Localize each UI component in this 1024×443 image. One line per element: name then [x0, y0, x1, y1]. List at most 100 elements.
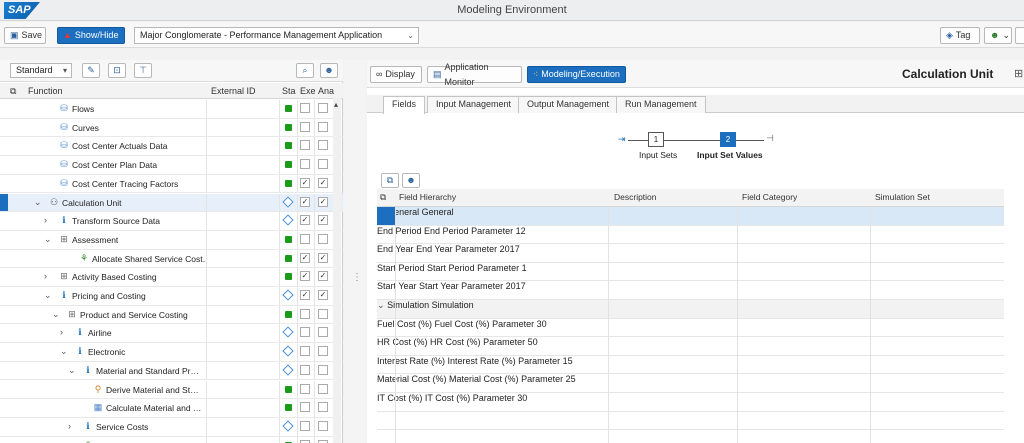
- execute-checkbox[interactable]: [300, 402, 310, 413]
- grid-group-row[interactable]: ⌄ General General: [377, 207, 1004, 226]
- application-select[interactable]: Major Conglomerate - Performance Managem…: [134, 27, 419, 44]
- view-select[interactable]: Standard ▾: [10, 63, 72, 78]
- execute-checkbox[interactable]: [300, 327, 310, 338]
- simulation-value-cell[interactable]: 15: [563, 356, 573, 366]
- simulation-value-cell[interactable]: 2017: [506, 281, 526, 291]
- tree-row[interactable]: › ℹ Airline: [0, 324, 343, 344]
- analyze-checkbox[interactable]: [318, 159, 328, 170]
- tab-run-management[interactable]: Run Management: [616, 96, 706, 113]
- simulation-value-cell[interactable]: 30: [517, 393, 527, 403]
- analyze-checkbox[interactable]: ✓: [318, 215, 328, 226]
- grid-group-row[interactable]: ⌄ Simulation Simulation: [377, 300, 1004, 319]
- execute-checkbox[interactable]: [300, 420, 310, 431]
- col-description[interactable]: Description: [614, 192, 657, 202]
- tree-row[interactable]: ⛁ Curves: [0, 118, 343, 138]
- filter-icon[interactable]: ⊤: [134, 63, 152, 78]
- application-monitor-button[interactable]: ▤ Application Monitor: [427, 62, 522, 87]
- simulation-value-cell[interactable]: 12: [516, 226, 526, 236]
- simulation-value-cell[interactable]: 25: [566, 374, 576, 384]
- simulation-value-cell[interactable]: 1: [522, 263, 527, 273]
- analyze-checkbox[interactable]: [318, 383, 328, 394]
- analyze-checkbox[interactable]: [318, 121, 328, 132]
- execute-checkbox[interactable]: [300, 103, 310, 113]
- edit-icon[interactable]: ✎: [82, 63, 100, 78]
- grid-row[interactable]: HR Cost (%) HR Cost (%) Parameter 50: [377, 337, 1004, 356]
- step-2[interactable]: 2: [720, 132, 736, 147]
- tree-row[interactable]: ▦ Calculate Material and …: [0, 399, 343, 418]
- analyze-checkbox[interactable]: ✓: [318, 271, 328, 282]
- execute-checkbox[interactable]: ✓: [300, 196, 310, 207]
- splitter-grip-icon[interactable]: ⋮: [352, 272, 362, 283]
- execute-checkbox[interactable]: [300, 308, 310, 319]
- col-external-id[interactable]: External ID: [211, 86, 256, 96]
- analyze-checkbox[interactable]: [318, 364, 328, 375]
- analyze-checkbox[interactable]: [318, 103, 328, 113]
- tree-row[interactable]: ⌄ ℹ Material and Standard Pr…: [0, 361, 343, 381]
- grid-row[interactable]: Material Cost (%) Material Cost (%) Para…: [377, 374, 1004, 393]
- tree-row[interactable]: › ⊞ Activity Based Costing ✓ ✓: [0, 268, 343, 287]
- grid-row[interactable]: Fuel Cost (%) Fuel Cost (%) Parameter 30: [377, 318, 1004, 338]
- panel-splitter[interactable]: [344, 60, 366, 443]
- collapse-icon[interactable]: ⌄: [68, 365, 76, 376]
- expand-icon[interactable]: ›: [44, 271, 47, 281]
- tree-row[interactable]: ⌄ ⚇ Calculation Unit ✓ ✓: [0, 193, 343, 213]
- modeling-execution-button[interactable]: ⁖ Modeling/Execution: [527, 66, 626, 83]
- execute-checkbox[interactable]: [300, 140, 310, 151]
- col-execute[interactable]: Exe: [300, 86, 316, 96]
- execute-checkbox[interactable]: [300, 233, 310, 244]
- grid-row[interactable]: IT Cost (%) IT Cost (%) Parameter 30: [377, 393, 1004, 412]
- tab-input-management[interactable]: Input Management: [427, 96, 521, 113]
- grid-row[interactable]: Start Period Start Period Parameter 1: [377, 262, 1004, 282]
- scroll-up-icon[interactable]: ▴: [334, 100, 338, 109]
- tree-row[interactable]: ⌄ ℹ Electronic: [0, 343, 343, 362]
- expand-icon[interactable]: ›: [60, 327, 63, 337]
- tree-scrollbar[interactable]: [333, 98, 341, 443]
- collapse-icon[interactable]: ⌄: [377, 300, 385, 310]
- analyze-checkbox[interactable]: [318, 439, 328, 443]
- simulation-value-cell[interactable]: 50: [528, 337, 538, 347]
- tab-fields[interactable]: Fields: [383, 96, 426, 114]
- collapse-all-icon[interactable]: ⧉: [10, 86, 16, 97]
- execute-checkbox[interactable]: [300, 346, 310, 357]
- hierarchy-icon[interactable]: ⊞: [1014, 67, 1023, 80]
- execute-checkbox[interactable]: ✓: [300, 290, 310, 300]
- tree-row[interactable]: ⛁ Cost Center Plan Data: [0, 156, 343, 175]
- grid-row[interactable]: End Year End Year Parameter 2017: [377, 244, 1004, 263]
- execute-checkbox[interactable]: [300, 364, 310, 375]
- simulation-value-cell[interactable]: 2017: [500, 244, 520, 254]
- col-field-hierarchy[interactable]: Field Hierarchy: [399, 192, 456, 202]
- tag-button[interactable]: ◈ Tag: [940, 27, 980, 44]
- tab-output-management[interactable]: Output Management: [518, 96, 619, 113]
- execute-checkbox[interactable]: ✓: [300, 271, 310, 282]
- grid-row[interactable]: End Period End Period Parameter 12: [377, 225, 1004, 245]
- col-status[interactable]: Sta: [282, 86, 296, 96]
- grid-row[interactable]: Start Year Start Year Parameter 2017: [377, 281, 1004, 300]
- step-1[interactable]: 1: [648, 132, 664, 147]
- grid-select-all-icon[interactable]: ⧉: [380, 192, 386, 203]
- collapse-icon[interactable]: ⌄: [60, 346, 68, 357]
- tree-row[interactable]: ⛁ Cost Center Tracing Factors ✓ ✓: [0, 174, 343, 194]
- execute-checkbox[interactable]: [300, 121, 310, 132]
- col-simulation-set[interactable]: Simulation Set: [875, 192, 930, 202]
- analyze-checkbox[interactable]: ✓: [318, 252, 328, 263]
- execute-checkbox[interactable]: [300, 383, 310, 394]
- save-button[interactable]: ▣ Save: [4, 27, 46, 44]
- tree-row[interactable]: ⌄ ⊞ Product and Service Costing: [0, 305, 343, 325]
- user-menu-button[interactable]: ☻ ⌄: [984, 27, 1012, 44]
- tree-row[interactable]: ⚘ Combine Product and Se…: [0, 436, 343, 443]
- analyze-checkbox[interactable]: [318, 308, 328, 319]
- collapse-icon[interactable]: ⌄: [34, 197, 42, 208]
- user-settings-icon[interactable]: ☻: [320, 63, 338, 78]
- expand-icon[interactable]: ›: [44, 215, 47, 225]
- grid-row[interactable]: Interest Rate (%) Interest Rate (%) Para…: [377, 355, 1004, 375]
- tree-row[interactable]: ⛁ Flows: [0, 100, 343, 119]
- overflow-button[interactable]: [1015, 27, 1024, 44]
- col-analyze[interactable]: Ana: [318, 86, 334, 96]
- execute-checkbox[interactable]: [300, 439, 310, 443]
- search-icon[interactable]: ⌕: [296, 63, 314, 78]
- execute-checkbox[interactable]: [300, 159, 310, 170]
- collapse-icon[interactable]: ⌄: [44, 234, 52, 245]
- tree-row[interactable]: ⚘ Allocate Shared Service Cost… ✓ ✓: [0, 249, 343, 269]
- analyze-checkbox[interactable]: [318, 420, 328, 431]
- simulation-value-cell[interactable]: 30: [537, 319, 547, 329]
